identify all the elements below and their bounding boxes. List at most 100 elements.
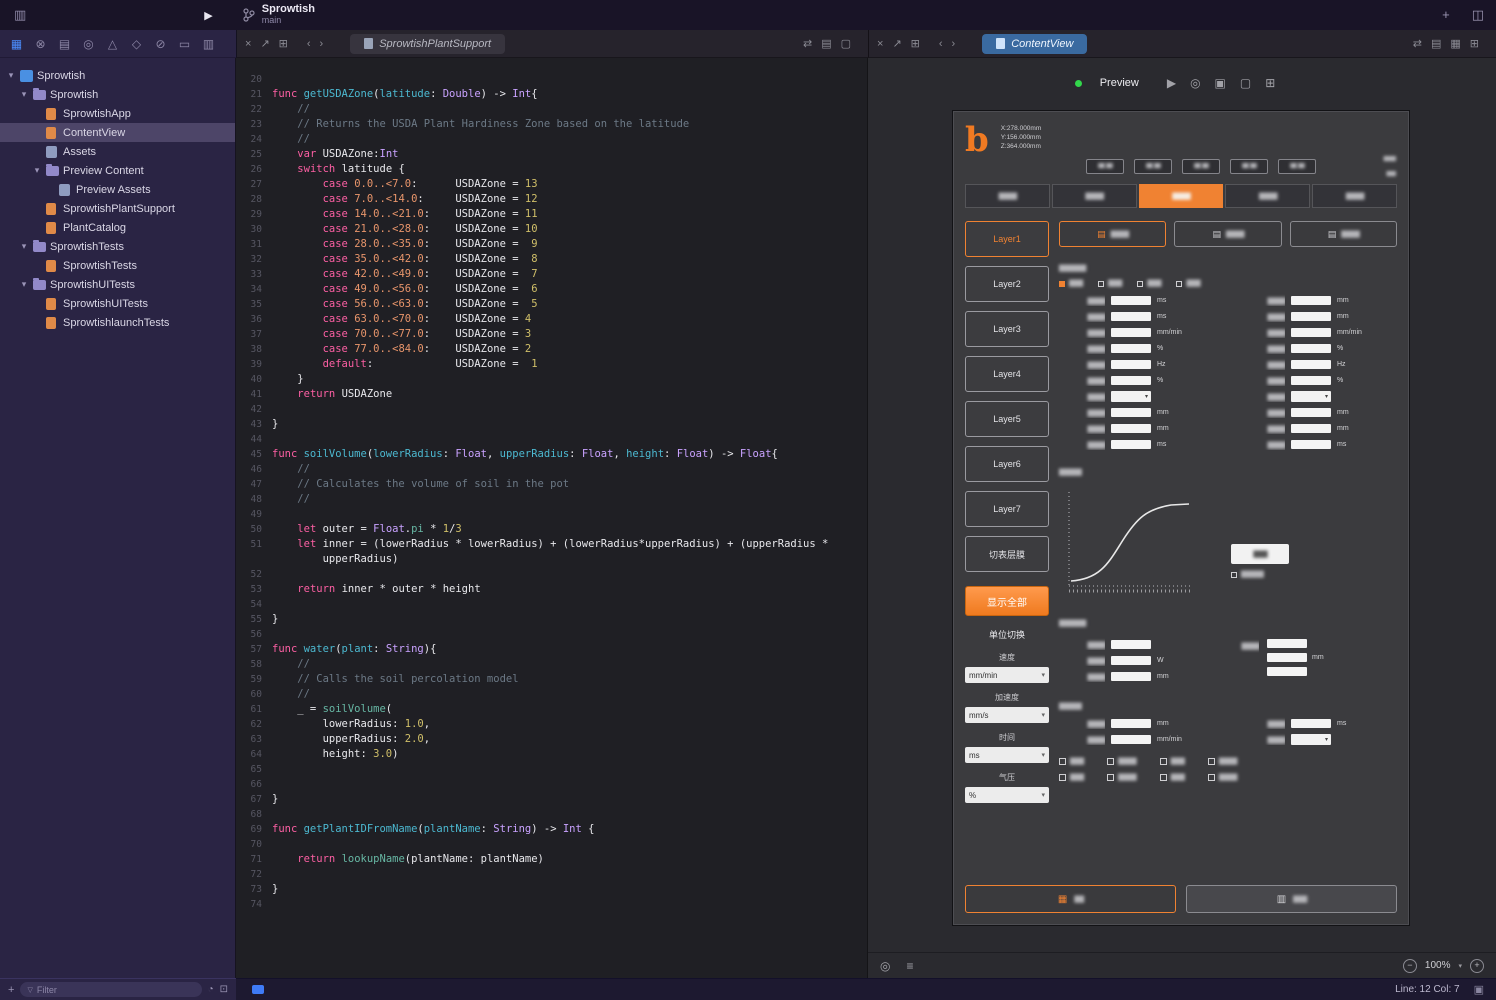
param-input[interactable] xyxy=(1291,719,1331,728)
device-tab-3[interactable]: ▇▇▇▇ xyxy=(1139,184,1224,208)
param-input[interactable] xyxy=(1291,312,1331,321)
code-line[interactable]: 40 } xyxy=(236,372,867,387)
chart-legend[interactable]: ▇▇▇▇▇ xyxy=(1231,571,1289,578)
report-navigator-icon[interactable]: ▥ xyxy=(200,37,217,51)
pin-preview-icon[interactable]: ◎ xyxy=(880,959,890,973)
code-line[interactable]: 68 xyxy=(236,807,867,822)
code-line[interactable]: 49 xyxy=(236,507,867,522)
editor-tab[interactable]: SprowtishPlantSupport xyxy=(350,34,505,54)
layer-toggle-button[interactable]: 切表层膜 xyxy=(965,536,1049,572)
editor-mode-icon[interactable]: ▣ xyxy=(1474,983,1484,996)
param-input[interactable] xyxy=(1111,440,1151,449)
legend-item[interactable]: ▇▇▇ xyxy=(1176,280,1199,287)
code-line[interactable]: 31 case 28.0..<35.0: USDAZone = 9 xyxy=(236,237,867,252)
zoom-out-button[interactable]: − xyxy=(1403,959,1417,973)
find-navigator-icon[interactable]: ◎ xyxy=(80,37,97,51)
header-button[interactable]: ▇▇▇▇ xyxy=(1134,159,1172,174)
legend-item[interactable]: ▇▇▇ xyxy=(1059,280,1082,287)
forward-icon[interactable]: › xyxy=(952,38,956,50)
param-input[interactable] xyxy=(1291,328,1331,337)
open-in-window-icon[interactable]: ↗ xyxy=(260,38,269,50)
sidebar-item-sprowtishuitests[interactable]: ▾SprowtishUITests xyxy=(0,275,235,294)
header-button[interactable]: ▇▇▇▇ xyxy=(1230,159,1268,174)
code-line[interactable]: 47 // Calculates the volume of soil in t… xyxy=(236,477,867,492)
sidebar-item-sprowtishplantsupport[interactable]: SprowtishPlantSupport xyxy=(0,199,235,218)
checkbox-item[interactable]: ▇▇▇▇ xyxy=(1107,758,1136,765)
code-line[interactable]: 32 case 35.0..<42.0: USDAZone = 8 xyxy=(236,252,867,267)
header-button[interactable]: ▇▇▇▇ xyxy=(1182,159,1220,174)
code-line[interactable]: 26 switch latitude { xyxy=(236,162,867,177)
disclosure-icon[interactable]: ▾ xyxy=(6,70,16,81)
source-control-navigator-icon[interactable]: ⊗ xyxy=(32,37,49,51)
device-tab-1[interactable]: ▇▇▇▇ xyxy=(965,184,1050,208)
device-settings-button[interactable]: ▢ xyxy=(1240,76,1251,90)
param-input[interactable] xyxy=(1111,344,1151,353)
param-input[interactable] xyxy=(1267,667,1307,676)
legend-item[interactable]: ▇▇▇ xyxy=(1098,280,1121,287)
param-input[interactable] xyxy=(1111,312,1151,321)
sidebar-item-assets[interactable]: Assets xyxy=(0,142,235,161)
param-input[interactable] xyxy=(1291,440,1331,449)
param-input[interactable] xyxy=(1111,360,1151,369)
legend-item[interactable]: ▇▇▇ xyxy=(1137,280,1160,287)
issue-navigator-icon[interactable]: △ xyxy=(104,37,121,51)
duplicate-preview-button[interactable]: ⊞ xyxy=(1265,76,1275,90)
code-line[interactable]: 73} xyxy=(236,882,867,897)
checkbox-item[interactable]: ▇▇▇▇ xyxy=(1208,758,1237,765)
code-line[interactable]: 57func water(plant: String){ xyxy=(236,642,867,657)
code-line[interactable]: 63 upperRadius: 2.0, xyxy=(236,732,867,747)
filter-field[interactable]: ▽ xyxy=(20,982,201,997)
code-line[interactable]: 51 let inner = (lowerRadius * lowerRadiu… xyxy=(236,537,867,552)
editor-layout-icon[interactable]: ⊞ xyxy=(279,38,288,50)
device-action-button-1[interactable]: ▤▇▇▇▇ xyxy=(1059,221,1166,247)
param-input[interactable] xyxy=(1111,719,1151,728)
code-line[interactable]: 34 case 49.0..<56.0: USDAZone = 6 xyxy=(236,282,867,297)
param-input[interactable] xyxy=(1111,376,1151,385)
param-input[interactable] xyxy=(1111,424,1151,433)
variants-button[interactable]: ▣ xyxy=(1215,76,1226,90)
code-line[interactable]: 29 case 14.0..<21.0: USDAZone = 11 xyxy=(236,207,867,222)
add-tab-icon[interactable]: + xyxy=(1442,7,1450,23)
layer-button-layer2[interactable]: Layer2 xyxy=(965,266,1049,302)
zoom-menu-chevron-icon[interactable]: ▾ xyxy=(1458,962,1462,970)
code-line[interactable]: 38 case 77.0..<84.0: USDAZone = 2 xyxy=(236,342,867,357)
code-line[interactable]: 30 case 21.0..<28.0: USDAZone = 10 xyxy=(236,222,867,237)
code-line[interactable]: 53 return inner * outer * height xyxy=(236,582,867,597)
layer-button-layer1[interactable]: Layer1 xyxy=(965,221,1049,257)
device-footer-button-2[interactable]: ▥▇▇▇ xyxy=(1186,885,1397,913)
compare-icon[interactable]: ⇄ xyxy=(803,38,812,50)
source-editor[interactable]: 2021func getUSDAZone(latitude: Double) -… xyxy=(236,58,868,978)
code-line[interactable]: 48 // xyxy=(236,492,867,507)
header-button[interactable]: ▇▇▇▇ xyxy=(1086,159,1124,174)
param-input[interactable] xyxy=(1291,296,1331,305)
header-button[interactable]: ▇▇▇▇ xyxy=(1278,159,1316,174)
chart-action-button[interactable]: ▇▇▇ xyxy=(1231,544,1289,564)
code-line[interactable]: 41 return USDAZone xyxy=(236,387,867,402)
minimap-icon[interactable]: ▤ xyxy=(821,38,831,50)
sidebar-item-sprowtishtests[interactable]: ▾SprowtishTests xyxy=(0,237,235,256)
code-line[interactable]: 21func getUSDAZone(latitude: Double) -> … xyxy=(236,87,867,102)
close-editor-icon[interactable]: × xyxy=(877,38,883,50)
add-file-icon[interactable]: + xyxy=(8,984,14,996)
sidebar-item-sprowtishlaunchtests[interactable]: SprowtishlaunchTests xyxy=(0,313,235,332)
breakpoint-navigator-icon[interactable]: ▭ xyxy=(176,37,193,51)
param-input[interactable] xyxy=(1291,360,1331,369)
add-editor-icon[interactable]: ⊞ xyxy=(1470,38,1479,50)
code-line[interactable]: 74 xyxy=(236,897,867,912)
checkbox-item[interactable]: ▇▇▇ xyxy=(1059,758,1083,765)
param-input[interactable] xyxy=(1291,424,1331,433)
device-tab-2[interactable]: ▇▇▇▇ xyxy=(1052,184,1137,208)
project-navigator-icon[interactable]: ▦ xyxy=(8,37,25,51)
code-line[interactable]: 64 height: 3.0) xyxy=(236,747,867,762)
param-dropdown[interactable]: ▾ xyxy=(1111,391,1151,402)
run-button[interactable]: ▶ xyxy=(204,9,212,22)
code-line[interactable]: 71 return lookupName(plantName: plantNam… xyxy=(236,852,867,867)
code-line[interactable]: 60 // xyxy=(236,687,867,702)
live-preview-button[interactable]: ▶ xyxy=(1167,76,1176,90)
unit-dropdown--[interactable]: %▾ xyxy=(965,787,1049,803)
unit-dropdown--[interactable]: mm/s▾ xyxy=(965,707,1049,723)
minimap-icon[interactable]: ▤ xyxy=(1431,38,1441,50)
param-input[interactable] xyxy=(1111,328,1151,337)
sidebar-item-sprowtishuitests[interactable]: SprowtishUITests xyxy=(0,294,235,313)
code-line[interactable]: 70 xyxy=(236,837,867,852)
